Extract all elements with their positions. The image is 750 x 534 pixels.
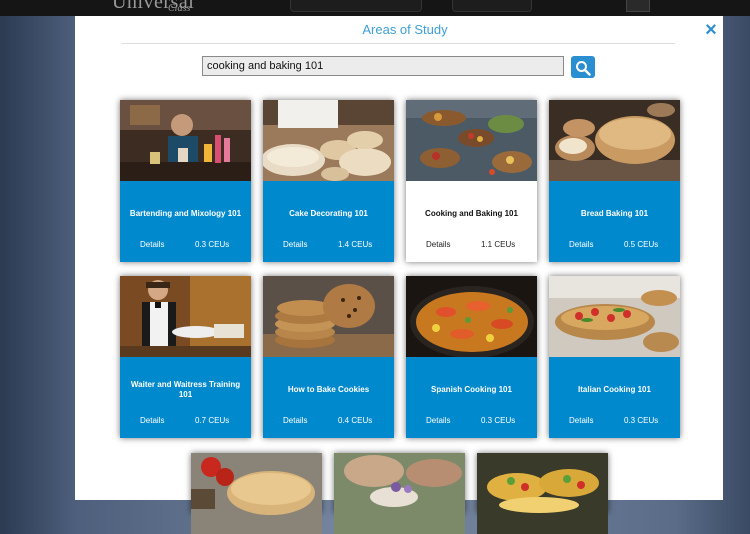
course-image[interactable] (549, 100, 680, 181)
details-link[interactable]: Details (569, 416, 593, 425)
ceus-value: 0.7 CEUs (195, 416, 230, 425)
details-link[interactable]: Details (569, 240, 593, 249)
course-card[interactable]: How to Bake Cookies Details 0.4 CEUs (263, 276, 394, 438)
course-card[interactable]: Waiter and Waitress Training 101 Details… (120, 276, 251, 438)
ceus-value: 1.1 CEUs (481, 240, 516, 249)
details-link[interactable]: Details (426, 416, 450, 425)
ceus-value: 0.3 CEUs (481, 416, 516, 425)
course-title[interactable]: How to Bake Cookies (267, 367, 390, 413)
course-card[interactable]: Spanish Cooking 101 Details 0.3 CEUs (406, 276, 537, 438)
course-title[interactable]: Italian Cooking 101 (553, 367, 676, 413)
course-card[interactable]: Italian Cooking 101 Details 0.3 CEUs (549, 276, 680, 438)
search-input[interactable] (202, 56, 564, 76)
course-card[interactable] (477, 453, 608, 534)
course-image[interactable] (263, 276, 394, 357)
search-icon (576, 61, 591, 76)
details-link[interactable]: Details (283, 416, 307, 425)
course-card[interactable]: Bartending and Mixology 101 Details 0.3 … (120, 100, 251, 262)
ceus-value: 1.4 CEUs (338, 240, 373, 249)
course-title[interactable]: Spanish Cooking 101 (410, 367, 533, 413)
details-link[interactable]: Details (140, 240, 164, 249)
course-image[interactable] (477, 453, 608, 534)
ceus-value: 0.3 CEUs (195, 240, 230, 249)
course-title[interactable]: Bread Baking 101 (553, 191, 676, 237)
areas-of-study-modal: Areas of Study × Bartending (75, 16, 723, 534)
course-title[interactable]: Cooking and Baking 101 (410, 191, 533, 237)
course-image[interactable] (120, 100, 251, 181)
course-title[interactable]: Waiter and Waitress Training 101 (124, 367, 247, 413)
site-logo-sub: Class (168, 3, 191, 14)
header-button[interactable] (452, 0, 532, 12)
course-title[interactable]: Bartending and Mixology 101 (124, 191, 247, 237)
course-image[interactable] (406, 100, 537, 181)
details-link[interactable]: Details (426, 240, 450, 249)
course-image[interactable] (406, 276, 537, 357)
course-card[interactable] (191, 453, 322, 534)
search-button[interactable] (571, 56, 595, 78)
ceus-value: 0.5 CEUs (624, 240, 659, 249)
ceus-value: 0.4 CEUs (338, 416, 373, 425)
divider (122, 43, 675, 44)
course-card[interactable] (334, 453, 465, 534)
details-link[interactable]: Details (140, 416, 164, 425)
course-card[interactable]: Cake Decorating 101 Details 1.4 CEUs (263, 100, 394, 262)
menu-icon[interactable] (626, 0, 650, 12)
site-header: Universal Class (0, 0, 750, 16)
modal-title: Areas of Study (362, 22, 448, 37)
course-card[interactable]: Cooking and Baking 101 Details 1.1 CEUs (406, 100, 537, 262)
course-image[interactable] (191, 453, 322, 534)
course-image[interactable] (334, 453, 465, 534)
course-image[interactable] (263, 100, 394, 181)
close-icon[interactable]: × (701, 20, 721, 40)
header-button[interactable] (290, 0, 422, 12)
course-card[interactable]: Bread Baking 101 Details 0.5 CEUs (549, 100, 680, 262)
course-image[interactable] (549, 276, 680, 357)
course-title[interactable]: Cake Decorating 101 (267, 191, 390, 237)
details-link[interactable]: Details (283, 240, 307, 249)
ceus-value: 0.3 CEUs (624, 416, 659, 425)
course-image[interactable] (120, 276, 251, 357)
